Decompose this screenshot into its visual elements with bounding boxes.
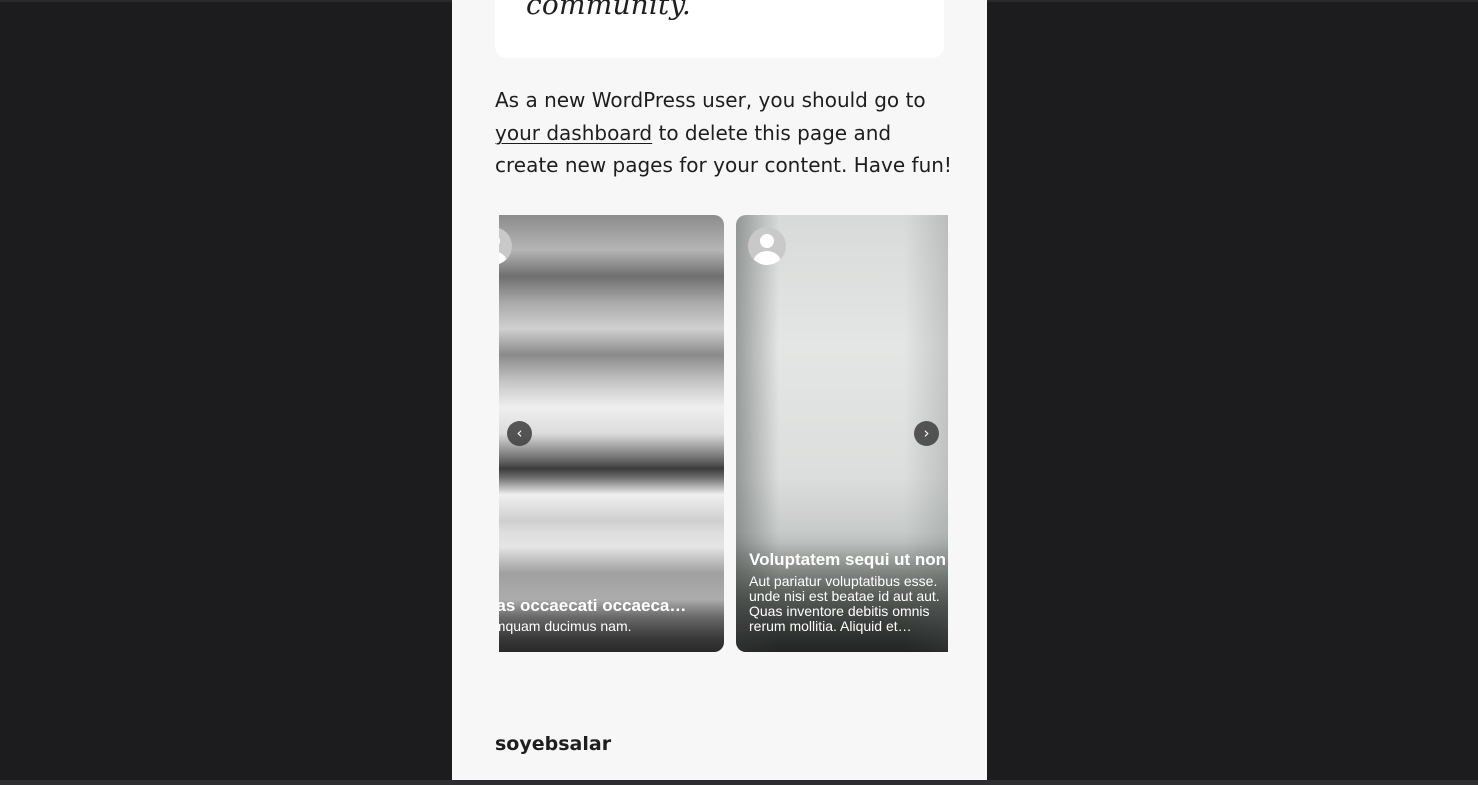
carousel-next-button[interactable]: › (914, 421, 939, 446)
quote-text: community. (526, 0, 691, 21)
dashboard-link[interactable]: your dashboard (495, 121, 652, 145)
bottom-border (0, 780, 1478, 785)
slide-title[interactable]: uas occaecati occaeca… (499, 596, 722, 616)
carousel-prev-button[interactable]: ‹ (507, 421, 532, 446)
author-avatar-icon[interactable] (748, 227, 786, 265)
site-name[interactable]: soyebsalar (495, 733, 611, 755)
quote-card: community. (495, 0, 944, 58)
author-avatar-icon[interactable] (499, 227, 512, 265)
carousel-slide[interactable]: uas occaecati occaeca… umquam ducimus na… (499, 215, 724, 652)
page-content: community. As a new WordPress user, you … (452, 0, 987, 781)
slide-excerpt: Aut pariatur voluptatibus esse. unde nis… (749, 573, 940, 634)
slide-excerpt: umquam ducimus nam. (499, 618, 632, 634)
slide-shade (499, 532, 724, 652)
post-carousel: uas occaecati occaeca… umquam ducimus na… (499, 215, 948, 652)
intro-paragraph: As a new WordPress user, you should go t… (495, 84, 955, 182)
slide-title[interactable]: Voluptatem sequi ut non (749, 550, 948, 570)
intro-text-before: As a new WordPress user, you should go t… (495, 88, 926, 112)
